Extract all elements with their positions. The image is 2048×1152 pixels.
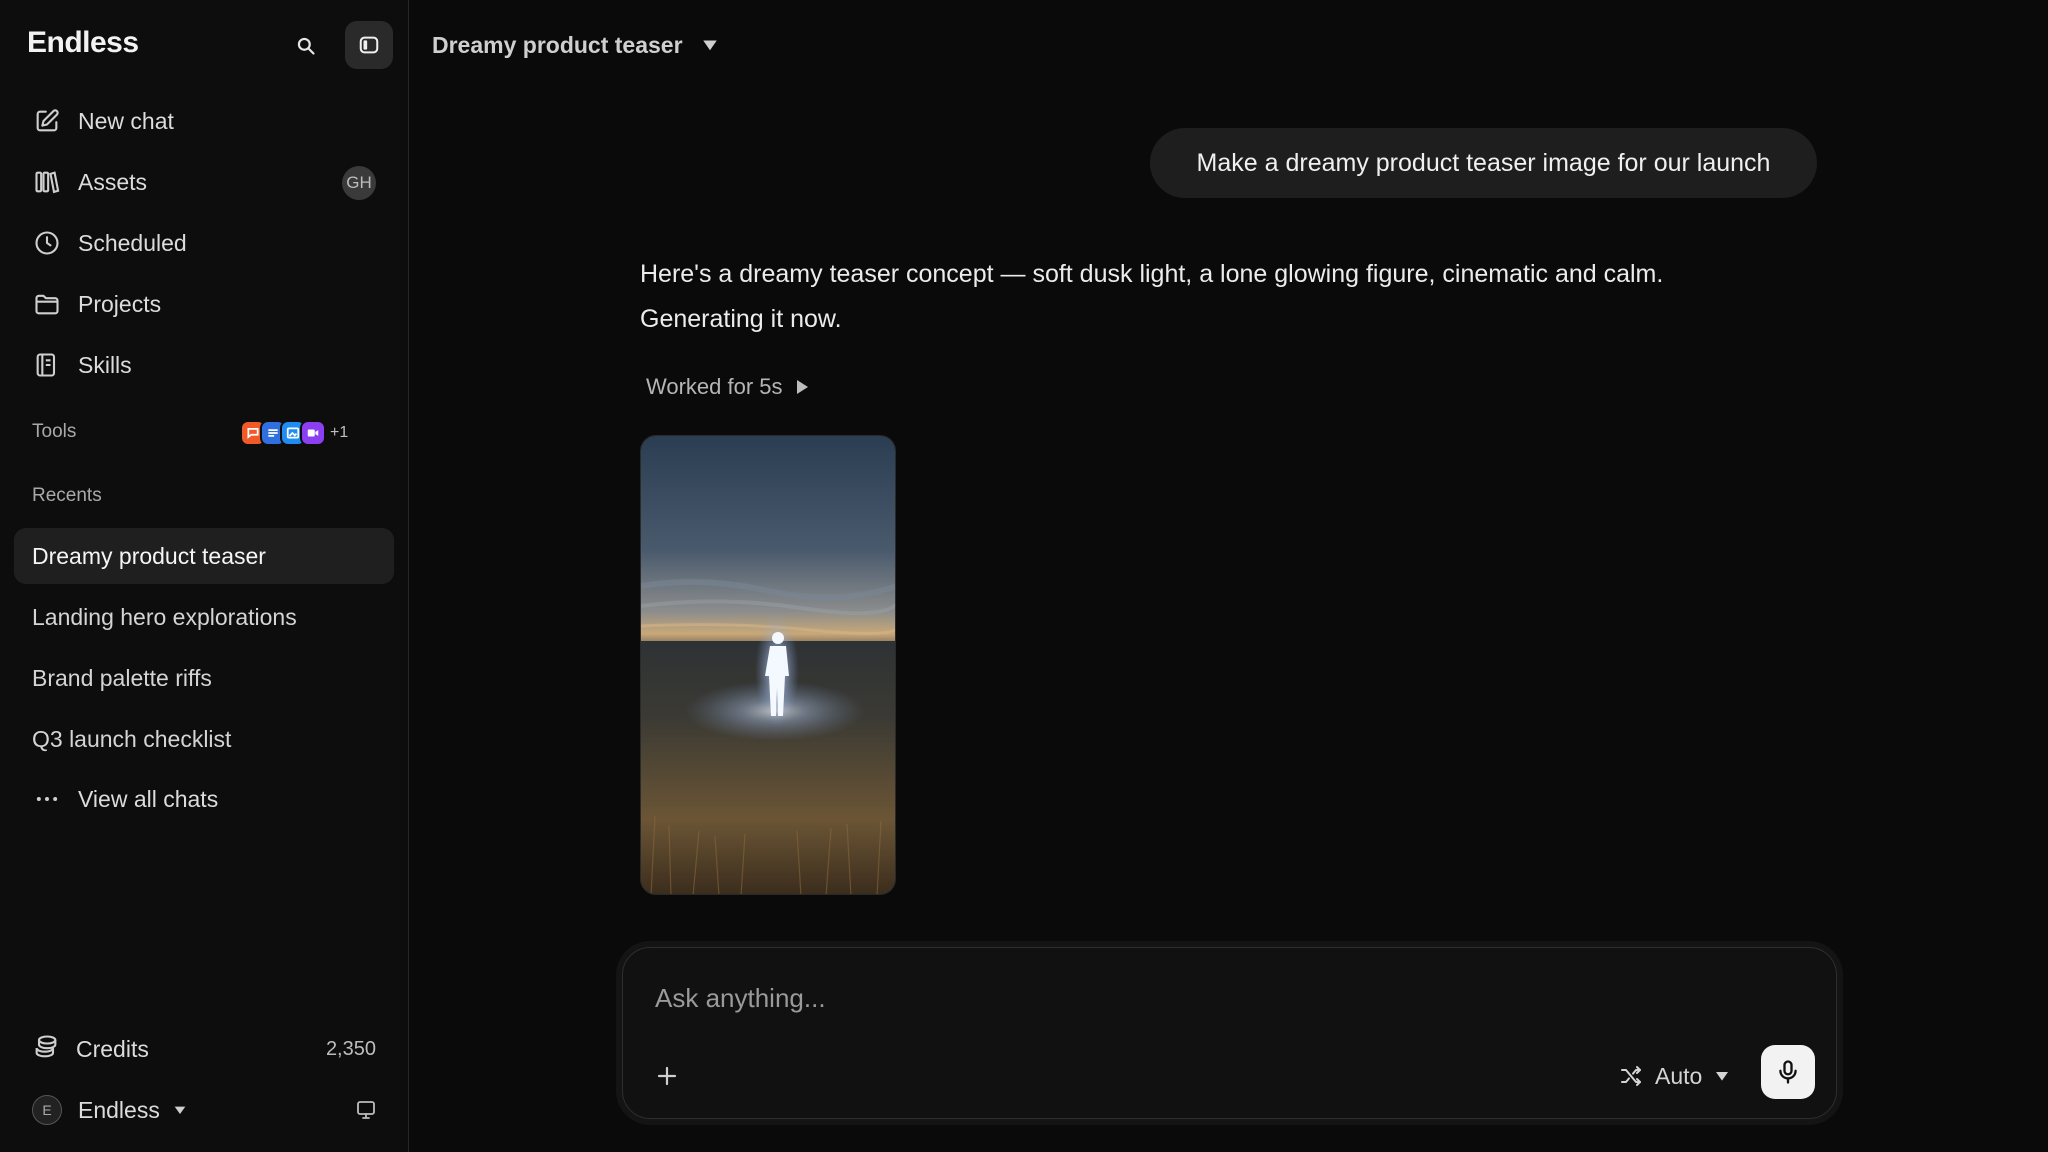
tools-label: Tools — [32, 421, 77, 442]
credits-label: Credits — [76, 1035, 149, 1062]
caret-down-icon — [1714, 1068, 1730, 1084]
nav-scheduled[interactable]: Scheduled — [14, 216, 394, 270]
account-switcher[interactable]: E Endless — [14, 1082, 394, 1138]
plus-icon — [657, 1066, 677, 1086]
caret-right-icon — [795, 379, 809, 395]
credits-row[interactable]: Credits 2,350 — [14, 1021, 394, 1077]
chat-title-dropdown[interactable]: Dreamy product teaser — [432, 26, 719, 64]
recent-chat-item[interactable]: Brand palette riffs — [14, 650, 394, 706]
credits-value: 2,350 — [325, 1037, 376, 1060]
toggle-sidebar-button[interactable] — [345, 21, 393, 69]
nav-label: Skills — [78, 351, 132, 378]
monitor-icon — [357, 1101, 375, 1119]
worked-toggle[interactable]: Worked for 5s — [646, 372, 809, 402]
nav-label: Assets — [78, 168, 148, 195]
mode-label: Auto — [1655, 1062, 1703, 1089]
clock-icon — [32, 228, 62, 258]
app-window: Endless New chat Assets GH Scheduled Pro… — [0, 0, 2048, 1152]
worked-label: Worked for 5s — [646, 374, 783, 399]
nav-projects[interactable]: Projects — [14, 277, 394, 331]
microphone-icon — [1779, 1060, 1797, 1084]
recent-chat-item[interactable]: Dreamy product teaser — [14, 528, 394, 584]
video-tool-icon — [300, 420, 326, 446]
nav-label: Projects — [78, 290, 162, 317]
recent-chat-item[interactable]: Landing hero explorations — [14, 589, 394, 645]
attach-button[interactable] — [647, 1056, 687, 1096]
assets-badge: GH — [342, 166, 376, 200]
caret-down-icon — [172, 1102, 188, 1118]
more-horizontal-icon — [32, 784, 62, 814]
nav-label: Scheduled — [78, 229, 187, 256]
library-icon — [32, 167, 62, 197]
generated-image[interactable] — [640, 435, 896, 895]
book-icon — [32, 350, 62, 380]
assistant-message: Here's a dreamy teaser concept — soft du… — [640, 260, 1664, 333]
nav-new-chat[interactable]: New chat — [14, 94, 394, 148]
recent-chat-item[interactable]: Q3 launch checklist — [14, 711, 394, 767]
chat-title: Dreamy product teaser — [432, 31, 683, 58]
user-message: Make a dreamy product teaser image for o… — [1150, 128, 1817, 198]
caret-down-icon — [701, 36, 719, 54]
voice-button[interactable] — [1761, 1045, 1815, 1099]
nav-skills[interactable]: Skills — [14, 338, 394, 392]
avatar: E — [32, 1095, 62, 1125]
app-logo: Endless — [27, 26, 139, 59]
search-icon — [297, 37, 315, 55]
composer: Auto — [622, 947, 1837, 1119]
mode-selector[interactable]: Auto — [1619, 1056, 1730, 1096]
folder-icon — [32, 289, 62, 319]
sidebar: Endless New chat Assets GH Scheduled Pro… — [0, 0, 409, 1152]
nav-label: New chat — [78, 107, 174, 134]
shuffle-icon — [1621, 1066, 1641, 1086]
view-all-chats-label: View all chats — [78, 785, 219, 812]
coins-icon — [32, 1033, 60, 1066]
account-name: Endless — [78, 1096, 160, 1123]
prompt-input[interactable] — [655, 978, 1755, 1018]
tools-icons[interactable]: +1 — [240, 420, 348, 446]
edit-icon — [32, 106, 62, 136]
device-button[interactable] — [354, 1098, 378, 1122]
search-button[interactable] — [284, 24, 328, 68]
tools-count: +1 — [330, 424, 349, 441]
view-all-chats-button[interactable]: View all chats — [14, 772, 394, 826]
sidebar-toggle-icon — [359, 36, 379, 54]
nav-assets[interactable]: Assets GH — [14, 155, 394, 209]
recents-label: Recents — [32, 485, 102, 506]
